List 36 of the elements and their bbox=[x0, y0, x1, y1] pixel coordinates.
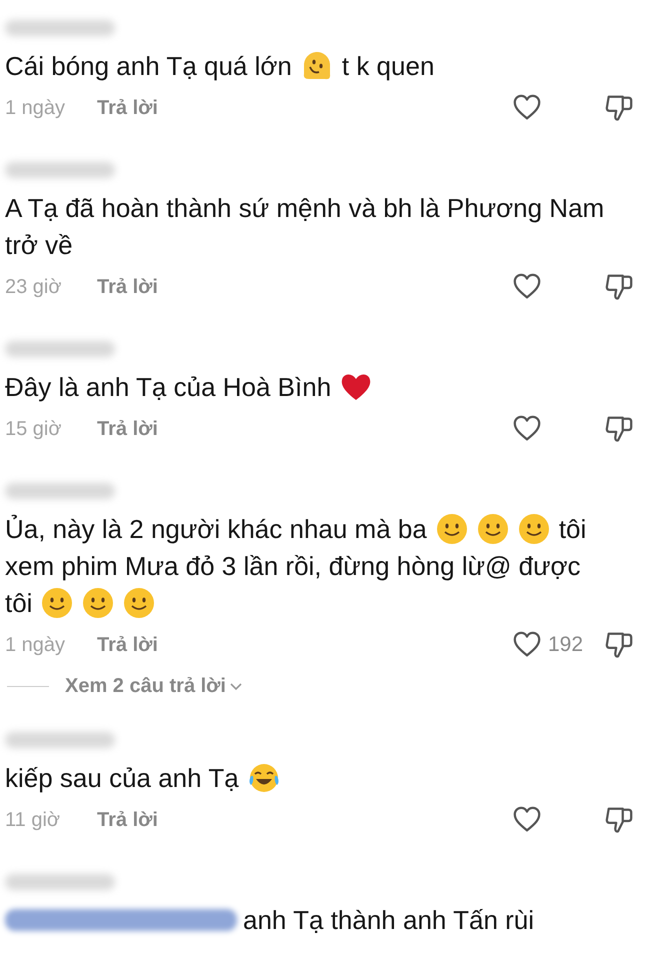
laughing-face-icon bbox=[248, 762, 280, 794]
comment-time: 15 giờ bbox=[5, 418, 62, 440]
like-count: 192 bbox=[548, 633, 584, 657]
smiley-icon bbox=[436, 512, 468, 544]
comment-text: t k quen bbox=[342, 50, 434, 82]
comment-time: 1 ngày bbox=[5, 634, 66, 656]
comment-time: 1 ngày bbox=[5, 96, 66, 120]
reply-link[interactable]: Trả lời bbox=[97, 418, 158, 440]
thumbs-down-icon[interactable] bbox=[604, 93, 634, 123]
comment-time: 23 giờ bbox=[5, 276, 62, 298]
chevron-down-icon[interactable] bbox=[230, 682, 242, 690]
thumbs-down-icon[interactable] bbox=[604, 630, 634, 660]
smiley-icon bbox=[476, 512, 509, 544]
thumbs-down-icon[interactable] bbox=[604, 272, 634, 302]
comment-text: Cái bóng anh Tạ quá lớn bbox=[5, 50, 292, 82]
reply-link[interactable]: Trả lời bbox=[97, 276, 158, 298]
view-replies-link[interactable]: Xem 2 câu trả lời bbox=[65, 675, 226, 698]
comment-text: tôi bbox=[558, 512, 586, 546]
comment-text: xem phim Mưa đỏ 3 lần rồi, đừng hòng lừ@ được bbox=[5, 550, 581, 582]
reply-link[interactable]: Trả lời bbox=[97, 96, 158, 120]
comment-text: Ủa, này là 2 người khác nhau mà ba bbox=[5, 512, 427, 546]
smiley-icon bbox=[123, 586, 156, 618]
thumbs-down-icon[interactable] bbox=[604, 805, 634, 835]
comment-text: trở về bbox=[5, 228, 73, 262]
comment-text: Đây là anh Tạ của Hoà Bình bbox=[5, 370, 332, 404]
comment-text: A Tạ đã hoàn thành sứ mệnh và bh là Phương Nam bbox=[5, 192, 604, 224]
smiley-icon bbox=[41, 586, 74, 618]
smiley-icon bbox=[82, 586, 114, 618]
comment-text: kiếp sau của anh Tạ bbox=[5, 762, 239, 794]
reply-link[interactable]: Trả lời bbox=[97, 634, 158, 656]
comment-text: tôi bbox=[5, 586, 32, 620]
thumbs-down-icon[interactable] bbox=[604, 414, 634, 444]
comment-time: 11 giờ bbox=[5, 808, 61, 832]
smiley-icon bbox=[518, 512, 550, 544]
comment-text: anh Tạ thành anh Tấn rùi bbox=[243, 904, 534, 936]
reply-link[interactable]: Trả lời bbox=[97, 808, 158, 832]
